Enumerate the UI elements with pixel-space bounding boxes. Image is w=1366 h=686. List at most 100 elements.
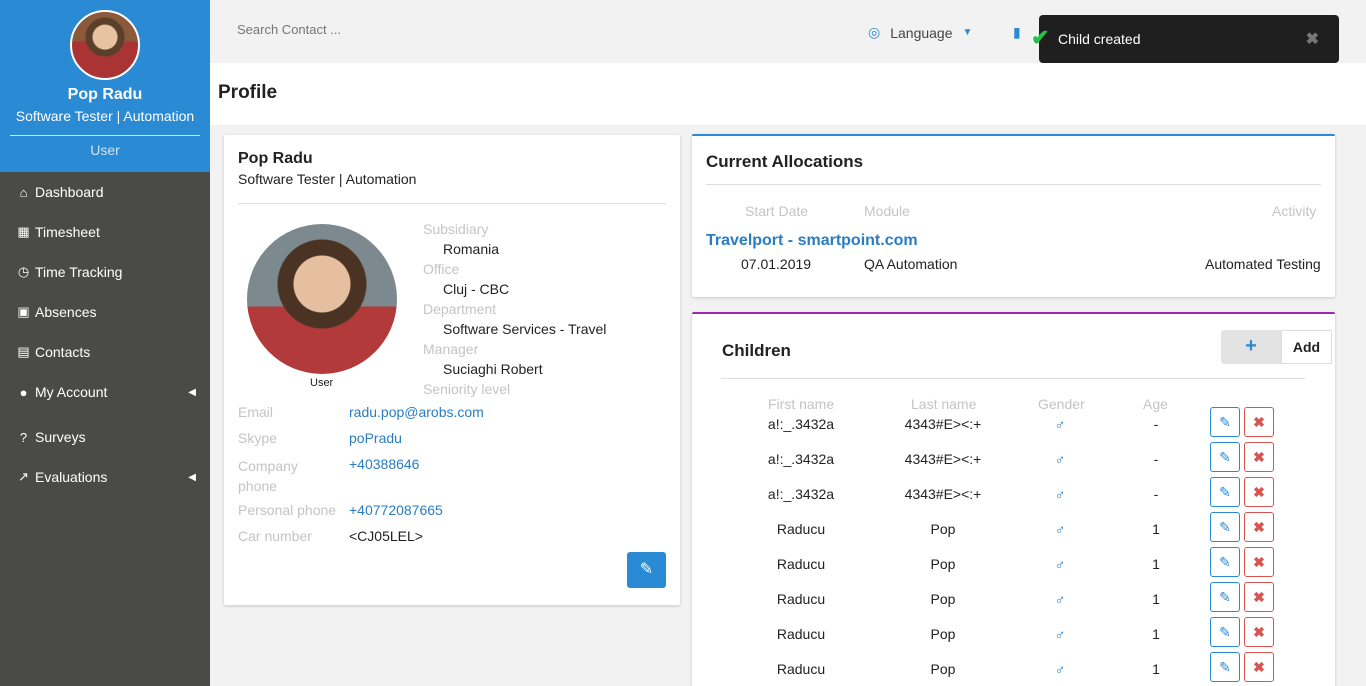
delete-child-button[interactable]: ✖ xyxy=(1244,477,1274,507)
child-age: - xyxy=(1153,416,1159,432)
seniority-label: Seniority level xyxy=(423,381,511,397)
delete-child-button[interactable]: ✖ xyxy=(1244,582,1274,612)
child-first-name: Raducu xyxy=(776,626,826,642)
caret-left-icon: ◀ xyxy=(188,471,196,483)
caret-down-icon: ▼ xyxy=(962,27,973,38)
male-icon: ♂ xyxy=(1054,416,1066,432)
caret-left-icon: ◀ xyxy=(188,386,196,398)
edit-child-button[interactable]: ✎ xyxy=(1210,617,1240,647)
car-number-label: Car number xyxy=(238,528,312,544)
edit-child-button[interactable]: ✎ xyxy=(1210,582,1240,612)
personal-phone-link[interactable]: +40772087665 xyxy=(349,502,443,518)
question-icon: ? xyxy=(19,429,28,445)
male-icon: ♂ xyxy=(1054,521,1066,537)
clock-icon: ◷ xyxy=(17,264,30,279)
edit-child-button[interactable]: ✎ xyxy=(1210,407,1240,437)
delete-icon: ✖ xyxy=(1253,659,1265,675)
sidebar-item-surveys[interactable]: ? Surveys xyxy=(0,417,210,457)
delete-child-button[interactable]: ✖ xyxy=(1244,442,1274,472)
sidebar-item-label: Dashboard xyxy=(35,184,104,200)
child-first-name: Raducu xyxy=(776,521,826,537)
project-link[interactable]: Travelport - smartpoint.com xyxy=(706,232,918,250)
male-icon: ♂ xyxy=(1054,556,1066,572)
avatar[interactable] xyxy=(70,10,140,80)
office-value: Cluj - CBC xyxy=(443,281,510,297)
divider xyxy=(721,378,1305,379)
sidebar-item-dashboard[interactable]: ⌂ Dashboard xyxy=(0,172,210,212)
divider xyxy=(706,184,1321,185)
delete-child-button[interactable]: ✖ xyxy=(1244,547,1274,577)
email-link[interactable]: radu.pop@arobs.com xyxy=(349,404,484,420)
toast-message: Child created xyxy=(1058,31,1141,47)
sidebar-item-time-tracking[interactable]: ◷ Time Tracking xyxy=(0,252,210,292)
manager-label: Manager xyxy=(423,341,479,357)
child-last-name: Pop xyxy=(930,556,956,572)
sidebar-item-absences[interactable]: ▣ Absences xyxy=(0,292,210,332)
profile-name: Pop Radu xyxy=(238,150,313,167)
delete-icon: ✖ xyxy=(1253,449,1265,465)
male-icon: ♂ xyxy=(1054,626,1066,642)
edit-child-button[interactable]: ✎ xyxy=(1210,547,1240,577)
skype-label: Skype xyxy=(238,430,277,446)
start-date-header: Start Date xyxy=(745,203,809,219)
edit-child-button[interactable]: ✎ xyxy=(1210,512,1240,542)
child-age: 1 xyxy=(1152,521,1160,537)
edit-icon: ✎ xyxy=(639,561,654,578)
delete-child-button[interactable]: ✖ xyxy=(1244,512,1274,542)
line-chart-icon: ↗ xyxy=(18,469,29,484)
profile-photo xyxy=(247,224,397,374)
male-icon: ♂ xyxy=(1054,486,1066,502)
check-icon: ✔ xyxy=(1031,25,1050,50)
company-phone-link[interactable]: +40388646 xyxy=(349,456,419,472)
profile-photo-caption: User xyxy=(310,377,334,389)
child-last-name: 4343#E><:+ xyxy=(904,416,982,432)
add-child-button[interactable]: + Add xyxy=(1221,330,1332,364)
page-title: Profile xyxy=(218,82,278,103)
personal-phone-label: Personal phone xyxy=(238,502,337,518)
delete-icon: ✖ xyxy=(1253,484,1265,500)
sidebar-item-label: Time Tracking xyxy=(35,264,123,280)
toast-notification: ✔ Child created ✖ xyxy=(1031,15,1339,63)
language-selector[interactable]: ◎ Language ▼ xyxy=(868,24,972,41)
department-label: Department xyxy=(423,301,497,317)
edit-child-button[interactable]: ✎ xyxy=(1210,652,1240,682)
plus-icon: + xyxy=(1221,330,1281,364)
car-number-value: <CJ05LEL> xyxy=(349,528,423,544)
skype-link[interactable]: poPradu xyxy=(349,430,402,446)
language-label: Language xyxy=(890,24,953,41)
delete-child-button[interactable]: ✖ xyxy=(1244,617,1274,647)
module-header: Module xyxy=(864,203,910,219)
sidebar-user-role: User xyxy=(10,135,200,158)
sidebar-item-evaluations[interactable]: ↗ Evaluations ◀ xyxy=(0,457,210,497)
child-first-name: Raducu xyxy=(776,591,826,607)
child-last-name: Pop xyxy=(930,521,956,537)
sidebar-item-label: Timesheet xyxy=(35,224,100,240)
edit-child-button[interactable]: ✎ xyxy=(1210,477,1240,507)
delete-icon: ✖ xyxy=(1253,519,1265,535)
close-icon[interactable]: ✖ xyxy=(1306,29,1319,49)
subsidiary-label: Subsidiary xyxy=(423,221,489,237)
sidebar: Pop Radu Software Tester | Automation Us… xyxy=(0,0,210,686)
delete-icon: ✖ xyxy=(1253,554,1265,570)
edit-icon: ✎ xyxy=(1219,484,1231,500)
sidebar-item-my-account[interactable]: ● My Account ◀ xyxy=(0,372,210,412)
sidebar-item-contacts[interactable]: ▤ Contacts xyxy=(0,332,210,372)
allocations-card: Current Allocations Start Date Module Ac… xyxy=(692,134,1335,297)
male-icon: ♂ xyxy=(1054,591,1066,607)
first-name-header: First name xyxy=(768,396,835,412)
sidebar-user-title: Software Tester | Automation xyxy=(15,108,195,124)
delete-child-button[interactable]: ✖ xyxy=(1244,407,1274,437)
activity-header: Activity xyxy=(1272,203,1317,219)
edit-profile-button[interactable]: ✎ xyxy=(627,552,666,588)
sidebar-item-label: Contacts xyxy=(35,344,91,360)
sidebar-item-timesheet[interactable]: ▦ Timesheet xyxy=(0,212,210,252)
child-last-name: 4343#E><:+ xyxy=(904,451,982,467)
add-child-label: Add xyxy=(1281,330,1332,364)
edit-child-button[interactable]: ✎ xyxy=(1210,442,1240,472)
delete-child-button[interactable]: ✖ xyxy=(1244,652,1274,682)
search-input[interactable] xyxy=(237,22,437,37)
profile-title: Software Tester | Automation xyxy=(238,171,417,187)
book-icon[interactable]: ▮ xyxy=(1013,24,1021,41)
edit-icon: ✎ xyxy=(1219,519,1231,535)
child-age: - xyxy=(1153,486,1159,502)
